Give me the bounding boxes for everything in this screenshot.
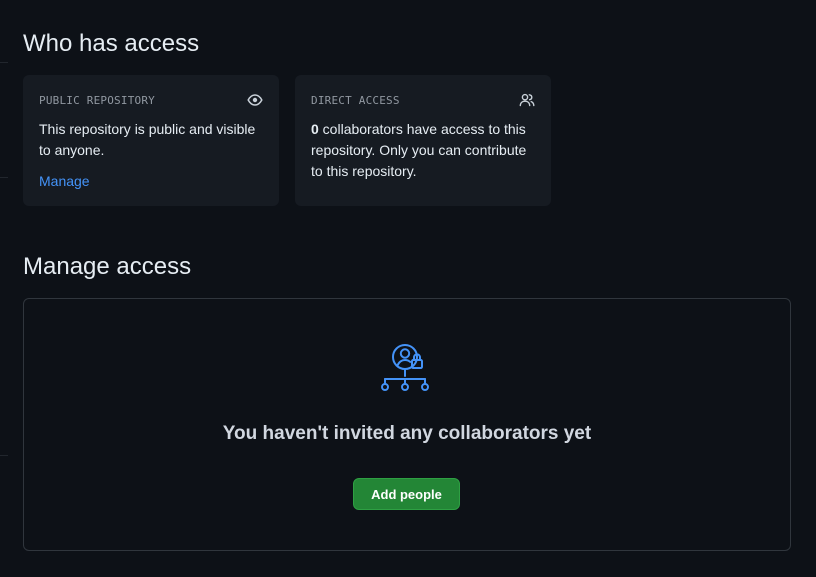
card-header: DIRECT ACCESS [311, 93, 535, 107]
direct-access-text: collaborators have access to this reposi… [311, 121, 527, 179]
direct-access-card: DIRECT ACCESS 0 collaborators have acces… [295, 75, 551, 206]
collaborator-count: 0 [311, 121, 319, 137]
edge-divider [0, 62, 8, 63]
who-has-access-heading: Who has access [23, 30, 200, 57]
person-lock-network-icon [381, 343, 433, 393]
public-repository-card: PUBLIC REPOSITORY This repository is pub… [23, 75, 279, 206]
empty-state-title: You haven't invited any collaborators ye… [222, 423, 592, 444]
people-icon [519, 92, 535, 108]
eye-icon [247, 92, 263, 108]
public-repository-description: This repository is public and visible to… [39, 121, 256, 158]
manage-visibility-link[interactable]: Manage [39, 171, 90, 192]
public-repository-label: PUBLIC REPOSITORY [39, 93, 155, 107]
direct-access-label: DIRECT ACCESS [311, 93, 400, 107]
page: Who has access PUBLIC REPOSITORY This re… [0, 0, 816, 577]
manage-access-heading: Manage access [23, 253, 192, 280]
edge-divider [0, 177, 8, 178]
manage-access-box: You haven't invited any collaborators ye… [23, 298, 791, 551]
add-people-button[interactable]: Add people [353, 478, 460, 510]
card-header: PUBLIC REPOSITORY [39, 93, 263, 107]
direct-access-description: 0 collaborators have access to this repo… [311, 119, 535, 182]
edge-divider [0, 455, 8, 456]
